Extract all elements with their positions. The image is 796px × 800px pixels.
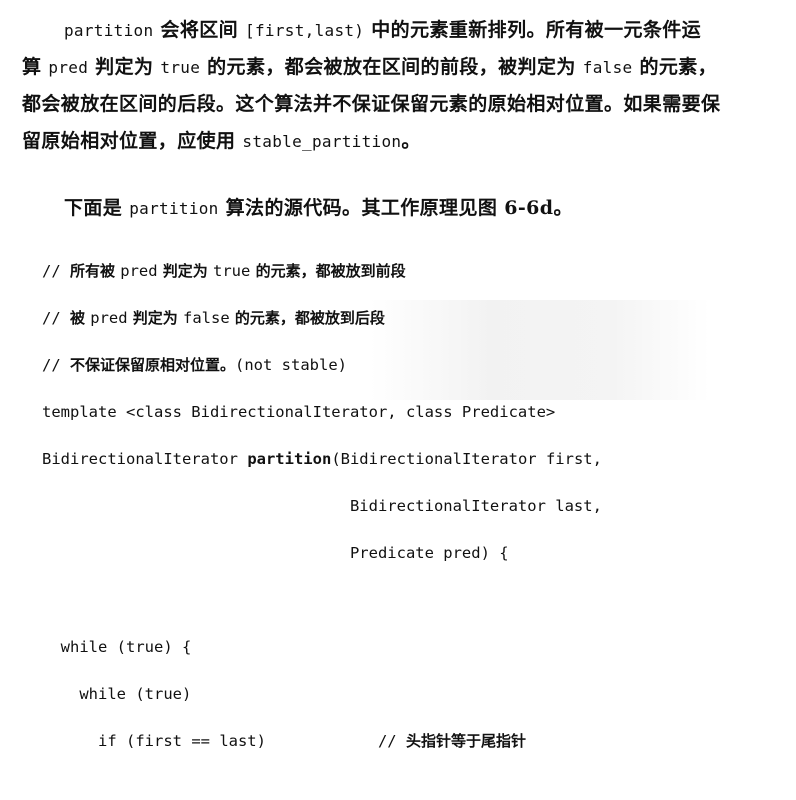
source-code-intro-paragraph: 下面是 partition 算法的源代码。其工作原理见图 6-6d。 xyxy=(64,190,796,227)
comment-code: pred xyxy=(120,261,158,280)
book-page: partition 会将区间 [first,last) 中的元素重新排列。所有被… xyxy=(0,0,796,750)
comment-text: 被 xyxy=(70,308,91,327)
statement: if (first == last) xyxy=(98,731,266,750)
text-span: 中的元素重新排列。所有被一元条件运 xyxy=(364,19,702,41)
comment-code: (not stable) xyxy=(235,355,347,374)
paragraph-line-2: 算 pred 判定为 true 的元素，都会被放在区间的前段，被判定为 fals… xyxy=(22,49,782,86)
comment-marker: // xyxy=(42,308,70,327)
param-list: (BidirectionalIterator first, xyxy=(331,449,602,468)
code-line-while-inner: while (true) xyxy=(42,683,602,707)
paragraph-line: 下面是 partition 算法的源代码。其工作原理见图 6-6d。 xyxy=(64,190,796,227)
code-line-comment-3: // 不保证保留原相对位置。(not stable) xyxy=(42,354,602,378)
comment-code: pred xyxy=(90,308,128,327)
comment-text: 的元素，都被放到后段 xyxy=(229,308,385,327)
text-span: 留原始相对位置，应使用 xyxy=(22,130,243,152)
paragraph-line-1: partition 会将区间 [first,last) 中的元素重新排列。所有被… xyxy=(22,12,782,49)
comment-marker: // xyxy=(377,731,406,750)
code-line-comment-1: // 所有被 pred 判定为 true 的元素，都被放到前段 xyxy=(42,260,602,284)
text-span: 下面是 xyxy=(64,197,130,219)
code-line-template: template <class BidirectionalIterator, c… xyxy=(42,402,556,421)
code-line-param-2: BidirectionalIterator last, xyxy=(42,495,602,519)
text-span: 的元素， xyxy=(632,56,718,78)
text-span: 的元素，都会被放在区间的前段，被判定为 xyxy=(200,56,583,78)
inline-code-partition: partition xyxy=(64,21,154,40)
code-line-if: if (first == last) // 头指针等于尾指针 xyxy=(42,730,602,754)
text-span: 算 xyxy=(22,56,49,78)
statement: while (true) { xyxy=(60,637,192,656)
text-span: 。 xyxy=(401,130,421,152)
comment-text: 所有被 xyxy=(70,261,121,280)
paragraph-line-3: 都会被放在区间的后段。这个算法并不保证保留元素的原始相对位置。如果需要保 xyxy=(22,93,721,115)
comment-marker: // xyxy=(42,355,70,374)
text-span: 判定为 xyxy=(88,56,161,78)
statement: while (true) xyxy=(79,684,192,703)
comment-text: 判定为 xyxy=(127,308,184,327)
text-span: 会将区间 xyxy=(153,19,246,41)
code-listing: // 所有被 pred 判定为 true 的元素，都被放到前段 // 被 pre… xyxy=(42,236,602,800)
inline-code-true: true xyxy=(160,58,201,77)
inline-code-false: false xyxy=(582,58,633,77)
comment-marker: // xyxy=(42,261,70,280)
comment-text: 的元素，都被放到前段 xyxy=(250,261,406,280)
code-line-while-outer: while (true) { xyxy=(42,636,602,660)
text-span: 算法的源代码。其工作原理见图 6-6d。 xyxy=(218,197,573,219)
return-type: BidirectionalIterator xyxy=(42,449,248,468)
comment-text: 不保证保留原相对位置。 xyxy=(70,355,236,374)
comment-text: 判定为 xyxy=(157,261,214,280)
comment-text: 头指针等于尾指针 xyxy=(405,731,526,750)
code-line-comment-2: // 被 pred 判定为 false 的元素，都被放到后段 xyxy=(42,307,602,331)
comment-code: true xyxy=(213,261,251,280)
inline-code-stable-partition: stable_partition xyxy=(242,132,402,151)
param-list: Predicate pred) { xyxy=(349,543,509,562)
inline-code-range: [first,last) xyxy=(245,21,365,40)
comment-code: false xyxy=(183,308,230,327)
paragraph-line-4: 留原始相对位置，应使用 stable_partition。 xyxy=(22,123,782,160)
code-line-signature: BidirectionalIterator partition(Bidirect… xyxy=(42,448,602,472)
code-line-param-3: Predicate pred) { xyxy=(42,542,602,566)
inline-code-pred: pred xyxy=(48,58,89,77)
param-list: BidirectionalIterator last, xyxy=(349,496,602,515)
partition-description-paragraph: partition 会将区间 [first,last) 中的元素重新排列。所有被… xyxy=(22,12,782,160)
inline-code-partition: partition xyxy=(129,199,219,218)
function-name: partition xyxy=(247,449,332,468)
